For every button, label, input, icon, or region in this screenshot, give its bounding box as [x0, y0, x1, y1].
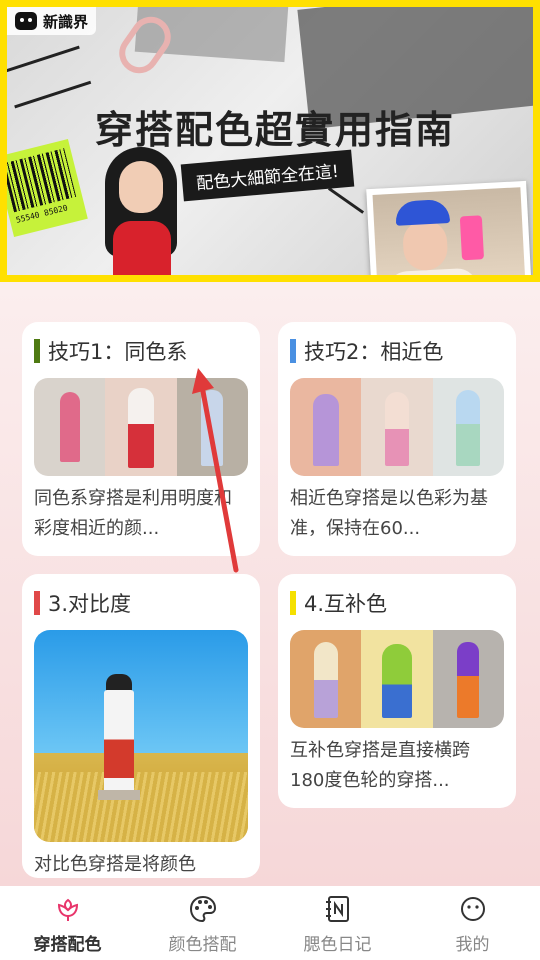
lighthouse-image [34, 630, 248, 842]
card-description: 对比色穿搭是将颜色 [34, 854, 196, 875]
scribble-decoration [7, 45, 92, 109]
card-image [290, 378, 504, 476]
tip-card-complementary[interactable]: 4.互补色 互补色穿搭是直接横跨180度色轮的穿搭... [278, 574, 516, 808]
tip-card-analogous-color[interactable]: 技巧2：相近色 相近色穿搭是以色彩为基准，保持在60... [278, 322, 516, 556]
arrow-doodle [327, 187, 365, 214]
color-bar [34, 591, 40, 615]
brand-logo: 新識界 [7, 7, 97, 35]
card-title-text: 技巧2：相近色 [304, 340, 444, 364]
card-title-text: 4.互补色 [304, 592, 388, 616]
banner-image: 新識界 穿搭配色超實用指南 配色大細節全在這! 55540 85020 [7, 7, 533, 275]
brand-name: 新識界 [43, 12, 89, 31]
tab-outfit-color[interactable]: 穿搭配色 [0, 886, 135, 960]
color-bar [290, 339, 296, 363]
card-title: 3.对比度 [34, 588, 248, 618]
tips-content: 技巧1：同色系 同色系穿搭是利用明度和彩度相近的颜... 技巧2：相近色 相近色… [0, 282, 540, 886]
polaroid-photo [366, 180, 532, 275]
card-description: 相近色穿搭是以色彩为基准，保持在60... [290, 488, 488, 539]
palette-icon [188, 894, 218, 924]
notebook-icon [323, 894, 353, 924]
card-image [34, 378, 248, 476]
card-title-text: 3.对比度 [48, 592, 132, 616]
tab-me[interactable]: 我的 [405, 886, 540, 960]
banner-title: 穿搭配色超實用指南 [95, 107, 456, 152]
flower-icon [53, 894, 83, 924]
tab-label: 腮色日记 [303, 935, 372, 955]
card-title: 技巧1：同色系 [34, 336, 248, 366]
color-bar [34, 339, 40, 363]
smile-face-icon [458, 894, 488, 924]
tip-card-contrast[interactable]: 3.对比度 对比色穿搭是将颜色 [22, 574, 260, 878]
tab-label: 颜色搭配 [168, 935, 237, 955]
barcode-sticker: 55540 85020 [7, 139, 88, 237]
banner-subtitle: 配色大細節全在這! [180, 149, 355, 202]
bottom-tab-bar: 穿搭配色 颜色搭配 腮色日记 我的 [0, 886, 540, 960]
card-description: 同色系穿搭是利用明度和彩度相近的颜... [34, 488, 232, 539]
card-title: 技巧2：相近色 [290, 336, 504, 366]
tip-card-same-color[interactable]: 技巧1：同色系 同色系穿搭是利用明度和彩度相近的颜... [22, 322, 260, 556]
tab-color-matching[interactable]: 颜色搭配 [135, 886, 270, 960]
tips-grid: 技巧1：同色系 同色系穿搭是利用明度和彩度相近的颜... 技巧2：相近色 相近色… [22, 322, 518, 878]
card-title: 4.互补色 [290, 588, 504, 618]
tab-diary[interactable]: 腮色日记 [270, 886, 405, 960]
color-bar [290, 591, 296, 615]
card-description: 互补色穿搭是直接横跨180度色轮的穿搭... [290, 740, 470, 791]
card-image [290, 630, 504, 728]
promo-banner[interactable]: 新識界 穿搭配色超實用指南 配色大細節全在這! 55540 85020 [0, 0, 540, 282]
tab-label: 我的 [455, 935, 490, 955]
tab-label: 穿搭配色 [33, 935, 102, 955]
brand-mark-icon [15, 12, 37, 30]
card-title-text: 技巧1：同色系 [48, 340, 188, 364]
model-photo [87, 147, 197, 275]
